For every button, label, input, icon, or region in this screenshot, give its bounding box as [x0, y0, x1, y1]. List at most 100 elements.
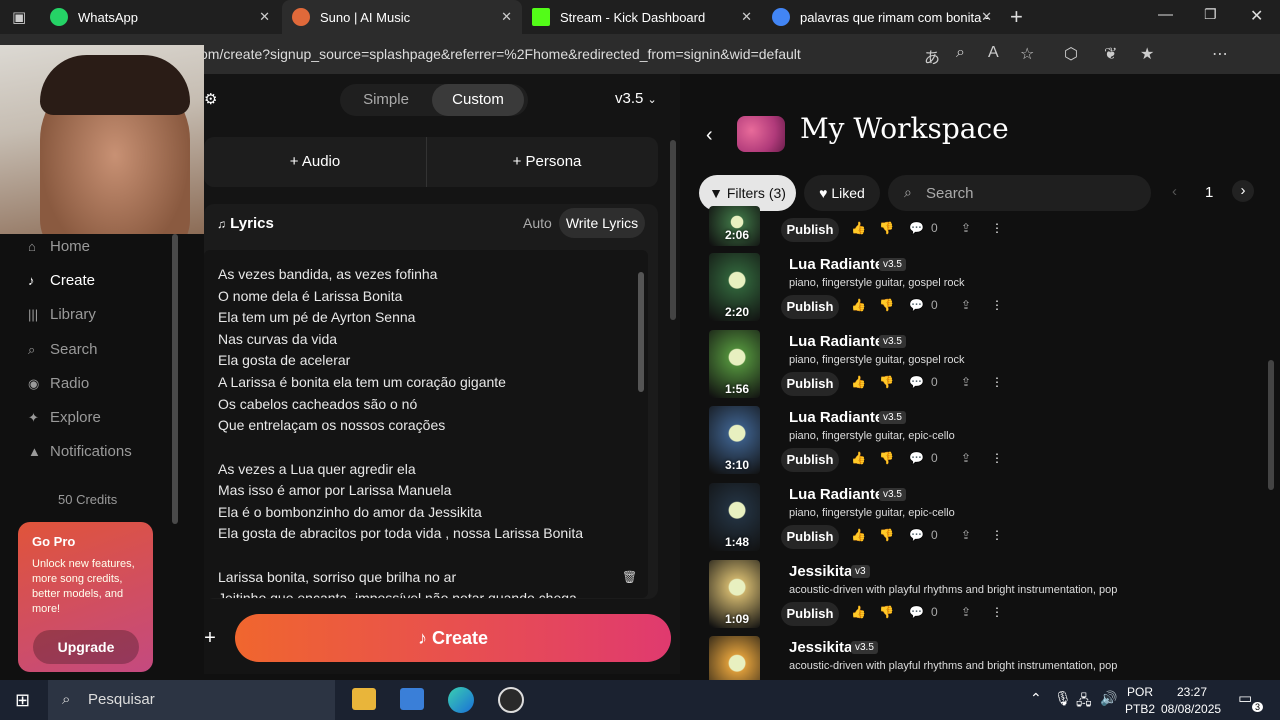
close-icon[interactable]: ✕: [501, 9, 512, 25]
version-select[interactable]: v3.5 ⌄: [615, 90, 657, 107]
liked-button[interactable]: ♥ Liked: [804, 175, 880, 211]
song-row[interactable]: 1:56 Lua Radiante v3.5 piano, fingerstyle g…: [709, 330, 1269, 402]
clock-date[interactable]: 08/08/2025: [1161, 702, 1221, 716]
more-options-icon[interactable]: ⋮: [991, 221, 1003, 235]
share-icon[interactable]: ⇪: [961, 451, 971, 465]
thumbs-up-icon[interactable]: 👍: [851, 298, 866, 312]
add-persona-button[interactable]: + Persona: [436, 137, 658, 187]
sidebar-item-explore[interactable]: ✦ Explore: [28, 409, 101, 426]
obs-icon[interactable]: [498, 687, 524, 713]
zoom-icon[interactable]: ⌕: [956, 44, 965, 62]
upgrade-button[interactable]: Upgrade: [33, 630, 139, 664]
network-icon[interactable]: 🖧: [1076, 690, 1092, 714]
tab-suno[interactable]: Suno | AI Music ✕: [282, 0, 522, 34]
store-icon[interactable]: [400, 688, 424, 710]
favorite-star-icon[interactable]: ☆: [1020, 44, 1034, 64]
publish-button[interactable]: Publish: [781, 295, 839, 319]
back-chevron-icon[interactable]: ‹: [706, 124, 713, 147]
thumbs-down-icon[interactable]: 👎: [879, 375, 894, 389]
share-icon[interactable]: ⇪: [961, 605, 971, 619]
sidebar-toggle-icon[interactable]: ▣: [12, 8, 26, 26]
share-icon[interactable]: ⇪: [961, 528, 971, 542]
add-audio-button[interactable]: + Audio: [204, 137, 426, 187]
thumbs-down-icon[interactable]: 👎: [879, 528, 894, 542]
trash-icon[interactable]: 🗑: [622, 570, 637, 584]
comment-icon[interactable]: 💬: [909, 528, 924, 542]
mode-custom[interactable]: Custom: [432, 84, 524, 116]
publish-button[interactable]: Publish: [781, 448, 839, 472]
publish-button[interactable]: Publish: [781, 218, 839, 242]
immersive-reader-icon[interactable]: A: [988, 44, 999, 62]
file-explorer-icon[interactable]: [352, 688, 376, 710]
comment-icon[interactable]: 💬: [909, 451, 924, 465]
more-options-icon[interactable]: ⋮: [991, 375, 1003, 389]
performance-icon[interactable]: ❦: [1104, 44, 1117, 64]
more-options-icon[interactable]: ⋮: [991, 528, 1003, 542]
thumbs-up-icon[interactable]: 👍: [851, 451, 866, 465]
workspace-scrollbar[interactable]: [1268, 360, 1274, 490]
song-title[interactable]: Lua Radiante: [789, 256, 883, 273]
add-button[interactable]: +: [193, 622, 227, 656]
write-lyrics-tab[interactable]: Write Lyrics: [559, 208, 645, 238]
lyrics-textarea[interactable]: As vezes bandida, as vezes fofinha O nom…: [204, 250, 648, 598]
song-row[interactable]: 3:10 Lua Radiante v3.5 piano, fingerstyle g…: [709, 406, 1269, 478]
auto-lyrics-tab[interactable]: Auto: [523, 215, 552, 231]
favorites-icon[interactable]: ★: [1140, 44, 1154, 64]
notification-center-icon[interactable]: ▭: [1238, 689, 1252, 707]
window-close-icon[interactable]: ✕: [1250, 6, 1263, 26]
minimize-icon[interactable]: —: [1158, 6, 1173, 23]
song-row[interactable]: 1:09 Jessikita v3 acoustic-driven with play…: [709, 560, 1269, 632]
sidebar-scrollbar[interactable]: [172, 234, 178, 524]
volume-icon[interactable]: 🔊: [1100, 690, 1117, 707]
close-icon[interactable]: ✕: [259, 9, 270, 25]
tab-whatsapp[interactable]: WhatsApp ✕: [40, 0, 280, 34]
clock-time[interactable]: 23:27: [1177, 685, 1207, 699]
close-icon[interactable]: ✕: [981, 9, 992, 25]
restore-icon[interactable]: ❐: [1204, 6, 1217, 23]
prev-page-icon[interactable]: ‹: [1172, 183, 1177, 200]
publish-button[interactable]: Publish: [781, 525, 839, 549]
thumbs-down-icon[interactable]: 👎: [879, 451, 894, 465]
song-title[interactable]: Lua Radiante: [789, 409, 883, 426]
settings-gear-icon[interactable]: ⚙: [204, 90, 217, 108]
more-options-icon[interactable]: ⋮: [991, 298, 1003, 312]
more-options-icon[interactable]: ⋮: [991, 451, 1003, 465]
create-button[interactable]: ♪ Create: [235, 614, 671, 662]
thumbs-up-icon[interactable]: 👍: [851, 528, 866, 542]
comment-icon[interactable]: 💬: [909, 375, 924, 389]
song-row[interactable]: 1:48 Lua Radiante v3.5 piano, fingerstyle g…: [709, 483, 1269, 555]
tab-kick[interactable]: Stream - Kick Dashboard ✕: [522, 0, 762, 34]
share-icon[interactable]: ⇪: [961, 375, 971, 389]
more-icon[interactable]: ⋯: [1212, 44, 1228, 64]
sidebar-item-notifications[interactable]: ▲ Notifications: [28, 443, 132, 460]
sidebar-item-radio[interactable]: ◉ Radio: [28, 375, 89, 392]
tab-google[interactable]: palavras que rimam com bonita - ✕: [762, 0, 1002, 34]
edge-icon[interactable]: [448, 687, 474, 713]
mode-simple[interactable]: Simple: [340, 84, 432, 116]
url-text[interactable]: om/create?signup_source=splashpage&refer…: [200, 46, 801, 62]
extensions-icon[interactable]: ⬡: [1064, 44, 1078, 64]
thumbs-up-icon[interactable]: 👍: [851, 605, 866, 619]
sidebar-item-home[interactable]: ⌂ Home: [28, 238, 90, 255]
song-row[interactable]: 2:20 Lua Radiante v3.5 piano, fingerstyle g…: [709, 253, 1269, 325]
thumbs-down-icon[interactable]: 👎: [879, 221, 894, 235]
sidebar-item-search[interactable]: ⌕ Search: [28, 341, 98, 358]
share-icon[interactable]: ⇪: [961, 221, 971, 235]
comment-icon[interactable]: 💬: [909, 221, 924, 235]
song-row[interactable]: 2:06 Publish 👍 👎 💬 0 ⇪ ⋮: [709, 206, 1269, 246]
comment-icon[interactable]: 💬: [909, 605, 924, 619]
keyboard-layout[interactable]: PTB2: [1125, 702, 1155, 716]
thumbs-down-icon[interactable]: 👎: [879, 605, 894, 619]
new-tab-icon[interactable]: +: [1010, 4, 1023, 30]
close-icon[interactable]: ✕: [741, 9, 752, 25]
center-scrollbar[interactable]: [670, 140, 676, 320]
song-title[interactable]: Jessikita: [789, 563, 852, 580]
read-aloud-icon[interactable]: あ: [924, 44, 940, 68]
taskbar-search[interactable]: ⌕ Pesquisar: [48, 680, 335, 720]
publish-button[interactable]: Publish: [781, 602, 839, 626]
song-title[interactable]: Jessikita: [789, 639, 852, 656]
song-title[interactable]: Lua Radiante: [789, 486, 883, 503]
more-options-icon[interactable]: ⋮: [991, 605, 1003, 619]
song-title[interactable]: Lua Radiante: [789, 333, 883, 350]
microphone-icon[interactable]: 🎙: [1054, 690, 1072, 707]
